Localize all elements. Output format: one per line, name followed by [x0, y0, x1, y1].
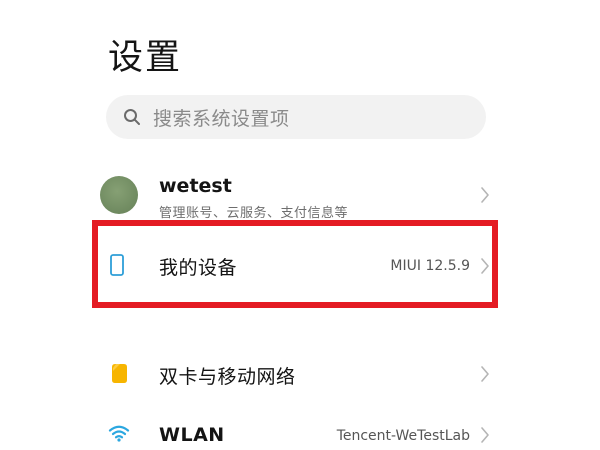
wlan-label: WLAN [159, 424, 225, 446]
wlan-row[interactable]: WLAN Tencent-WeTestLab [0, 414, 600, 450]
miui-version: MIUI 12.5.9 [390, 258, 470, 274]
search-icon [123, 108, 141, 126]
search-bar[interactable]: 搜索系统设置项 [106, 95, 486, 139]
chevron-right-icon [481, 187, 489, 203]
account-row[interactable]: wetest 管理账号、云服务、支付信息等 [0, 168, 600, 224]
phone-icon [110, 254, 124, 276]
account-name: wetest [159, 175, 232, 197]
page-title: 设置 [108, 38, 183, 78]
search-placeholder: 搜索系统设置项 [153, 107, 290, 130]
sim-card-icon [112, 364, 127, 383]
chevron-right-icon [481, 427, 489, 443]
dual-sim-row[interactable]: 双卡与移动网络 [0, 352, 600, 396]
dual-sim-label: 双卡与移动网络 [159, 366, 296, 388]
chevron-right-icon [481, 258, 489, 274]
account-subtitle: 管理账号、云服务、支付信息等 [159, 206, 349, 221]
my-device-label: 我的设备 [159, 257, 238, 279]
chevron-right-icon [481, 366, 489, 382]
avatar [100, 176, 138, 214]
wifi-icon [108, 425, 130, 442]
wlan-network-name: Tencent-WeTestLab [336, 428, 470, 444]
my-device-row[interactable]: 我的设备 MIUI 12.5.9 [0, 240, 600, 292]
settings-screen: 设置 搜索系统设置项 wetest 管理账号、云服务、支付信息等 我的设备 MI… [0, 0, 600, 450]
